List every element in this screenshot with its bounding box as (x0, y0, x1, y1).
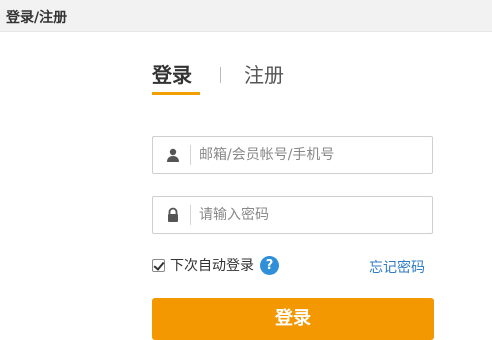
username-input[interactable] (199, 143, 424, 167)
user-icon (167, 148, 179, 162)
tab-divider (220, 67, 221, 83)
login-register-tabs: 登录 注册 (152, 62, 312, 102)
login-button[interactable]: 登录 (152, 298, 434, 340)
field-divider (190, 145, 191, 165)
username-field[interactable] (152, 136, 433, 174)
title-bar: 登录/注册 (0, 0, 492, 32)
help-icon[interactable]: ? (260, 255, 279, 275)
active-tab-indicator (152, 92, 200, 95)
window-title: 登录/注册 (6, 10, 68, 26)
tab-register[interactable]: 注册 (244, 62, 284, 88)
tab-login[interactable]: 登录 (152, 62, 192, 88)
lock-icon (168, 207, 178, 222)
password-input[interactable] (199, 203, 424, 227)
password-field[interactable] (152, 196, 433, 234)
forgot-password-link[interactable]: 忘记密码 (369, 257, 425, 277)
remember-me-checkbox[interactable] (152, 258, 165, 272)
field-divider (190, 205, 191, 225)
remember-me: 下次自动登录 ? (152, 255, 279, 275)
remember-me-label[interactable]: 下次自动登录 (170, 255, 254, 275)
